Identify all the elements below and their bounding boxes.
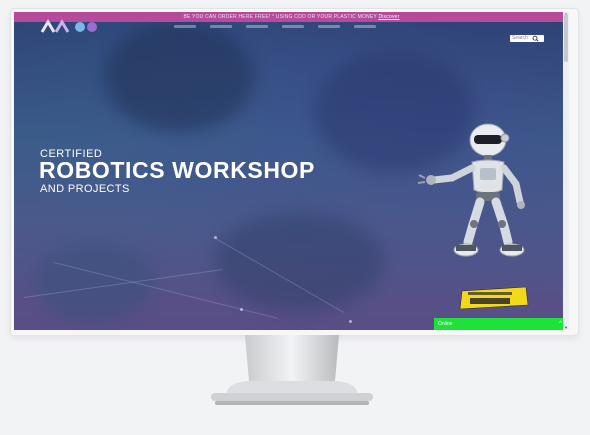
- nav-item[interactable]: [210, 25, 232, 28]
- nav-item[interactable]: [354, 25, 376, 28]
- page-scrollbar[interactable]: ▲ ▼: [563, 12, 569, 330]
- chat-bar[interactable]: Online ^: [434, 318, 568, 330]
- network-dot: [240, 308, 243, 311]
- nav-item[interactable]: [282, 25, 304, 28]
- hero-line3: AND PROJECTS: [40, 183, 130, 195]
- hero-title: ROBOTICS WORKSHOP: [39, 157, 315, 183]
- chevron-up-icon[interactable]: ^: [559, 318, 562, 330]
- robot-illustration: [417, 123, 525, 257]
- network-dot: [349, 320, 352, 323]
- promo-text: BE YOU CAN ORDER HERE FREE! * USING COD …: [183, 14, 377, 20]
- bg-shape: [214, 212, 384, 312]
- scroll-down-icon[interactable]: ▼: [564, 326, 568, 330]
- main-nav: [174, 24, 376, 30]
- website-screen: BE YOU CAN ORDER HERE FREE! * USING COD …: [14, 12, 569, 330]
- scroll-thumb[interactable]: [564, 14, 568, 62]
- site-logo[interactable]: [40, 18, 100, 34]
- monitor-stand: [211, 335, 373, 405]
- nav-item[interactable]: [174, 25, 196, 28]
- bg-shape: [104, 22, 254, 132]
- nav-item[interactable]: [318, 25, 340, 28]
- promo-badge[interactable]: [458, 287, 530, 309]
- nav-item[interactable]: [246, 25, 268, 28]
- chat-label: Online: [438, 321, 453, 327]
- promo-link[interactable]: Discover: [378, 14, 399, 20]
- network-dot: [214, 236, 217, 239]
- search-icon[interactable]: [529, 35, 542, 42]
